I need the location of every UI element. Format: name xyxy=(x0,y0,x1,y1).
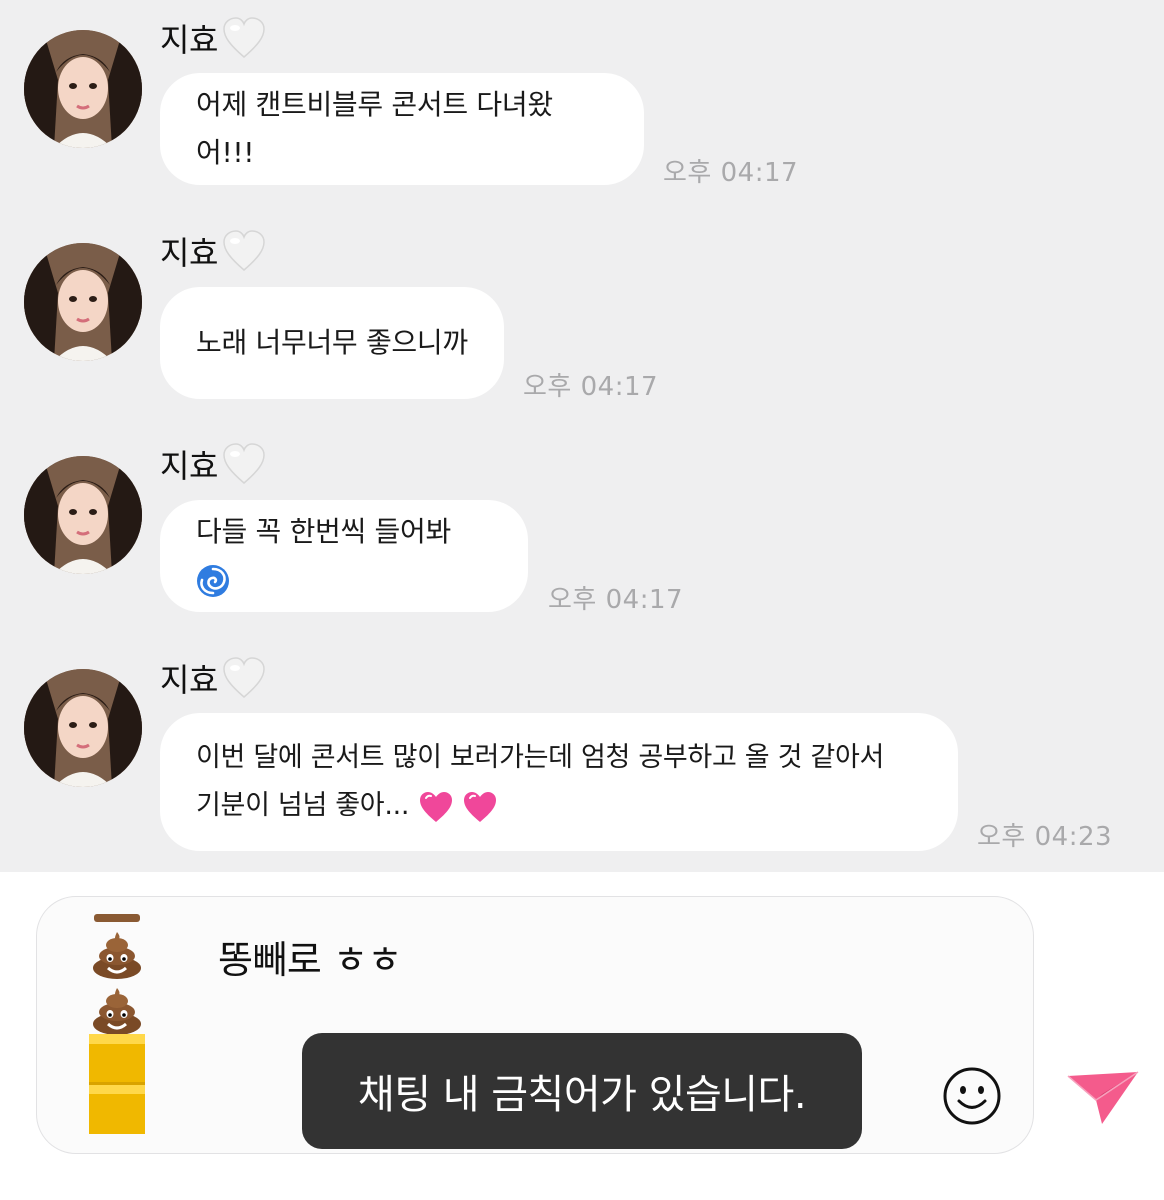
message-text: 노래 너무너무 좋으니까 xyxy=(196,326,468,359)
message-text-line: 이번 달에 콘서트 많이 보러가는데 엄청 공부하고 올 것 같아서 xyxy=(196,742,885,773)
sender-row: 지효 xyxy=(160,16,266,60)
message-time: 오후 04:17 xyxy=(523,372,659,402)
message-bubble[interactable]: 노래 너무너무 좋으니까 xyxy=(160,287,504,399)
sender-row: 지효 xyxy=(160,656,266,700)
avatar[interactable] xyxy=(24,243,142,361)
paper-plane-icon[interactable] xyxy=(1066,1066,1140,1128)
sender-name: 지효 xyxy=(160,661,218,699)
sender-row: 지효 xyxy=(160,442,266,486)
sender-name: 지효 xyxy=(160,234,218,272)
sender-row: 지효 xyxy=(160,229,266,273)
message-bubble[interactable]: 어제 캔트비블루 콘서트 다녀왔어!!! xyxy=(160,73,644,185)
avatar[interactable] xyxy=(24,669,142,787)
message-text-line: 기분이 넘넘 좋아... xyxy=(196,790,410,821)
white-heart-icon xyxy=(223,443,265,484)
white-heart-icon xyxy=(223,17,265,58)
chat-area: 지효 어제 캔트비블루 콘서트 다녀왔어!!! 오후 04:17 지효 노래 너… xyxy=(0,0,1164,872)
avatar[interactable] xyxy=(24,456,142,574)
message-bubble[interactable]: 다들 꼭 한번씩 들어봐 xyxy=(160,500,528,612)
avatar[interactable] xyxy=(24,30,142,148)
banned-word-toast: 채팅 내 금칙어가 있습니다. xyxy=(302,1033,862,1149)
message-time: 오후 04:17 xyxy=(548,585,684,615)
message-time: 오후 04:17 xyxy=(663,158,799,188)
cyclone-icon xyxy=(197,565,229,597)
sender-name: 지효 xyxy=(160,447,218,485)
white-heart-icon xyxy=(223,657,265,698)
poop-gold-sticker-icon[interactable] xyxy=(86,914,148,1134)
message-time: 오후 04:23 xyxy=(977,822,1113,852)
message-input[interactable]: 똥빼로 ㅎㅎ xyxy=(218,928,402,984)
sender-name: 지효 xyxy=(160,21,218,59)
growing-heart-icon xyxy=(419,791,452,822)
message-bubble[interactable]: 이번 달에 콘서트 많이 보러가는데 엄청 공부하고 올 것 같아서 기분이 넘… xyxy=(160,713,958,851)
white-heart-icon xyxy=(223,230,265,271)
growing-heart-icon xyxy=(463,791,496,822)
message-text: 다들 꼭 한번씩 들어봐 xyxy=(196,515,451,548)
smiley-icon[interactable] xyxy=(942,1066,1002,1126)
message-text: 어제 캔트비블루 콘서트 다녀왔어!!! xyxy=(196,88,553,169)
